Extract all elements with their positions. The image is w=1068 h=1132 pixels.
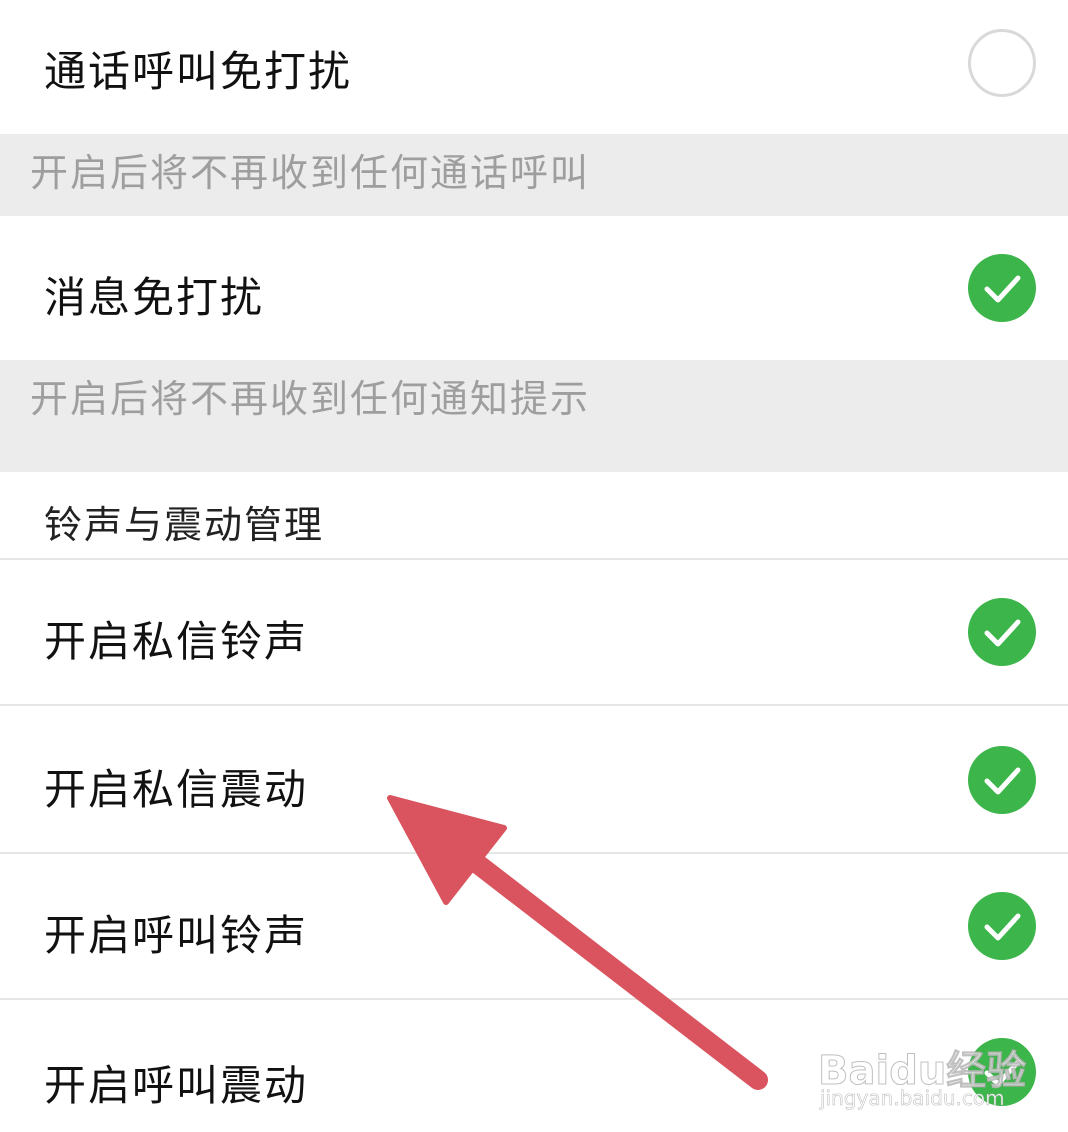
call-dnd-hint: 开启后将不再收到任何通话呼叫 xyxy=(30,151,591,195)
message-dnd-hint: 开启后将不再收到任何通知提示 xyxy=(30,377,591,421)
private-message-ringtone-label: 开启私信铃声 xyxy=(44,617,309,666)
ring-vibrate-section-header: 铃声与震动管理 xyxy=(0,472,1068,560)
checkmark-circle-icon xyxy=(984,913,1021,941)
private-message-ringtone-toggle[interactable] xyxy=(968,598,1036,666)
message-dnd-row[interactable]: 消息免打扰 xyxy=(0,216,1068,360)
call-ringtone-row[interactable]: 开启呼叫铃声 xyxy=(0,854,1068,998)
call-ringtone-label: 开启呼叫铃声 xyxy=(44,911,309,960)
private-message-vibrate-label: 开启私信震动 xyxy=(44,765,309,814)
call-vibrate-label: 开启呼叫震动 xyxy=(44,1061,309,1110)
call-dnd-hint-section: 开启后将不再收到任何通话呼叫 xyxy=(0,134,1068,216)
private-message-vibrate-row[interactable]: 开启私信震动 xyxy=(0,706,1068,852)
call-dnd-label: 通话呼叫免打扰 xyxy=(44,47,353,96)
checkmark-circle-icon xyxy=(984,275,1021,303)
message-dnd-label: 消息免打扰 xyxy=(44,273,265,322)
checkmark-circle-icon xyxy=(984,619,1021,647)
call-vibrate-row[interactable]: 开启呼叫震动 xyxy=(0,1000,1068,1132)
message-dnd-toggle[interactable] xyxy=(968,254,1036,322)
message-dnd-hint-section: 开启后将不再收到任何通知提示 xyxy=(0,360,1068,472)
call-dnd-row[interactable]: 通话呼叫免打扰 xyxy=(0,0,1068,134)
checkmark-circle-icon xyxy=(984,767,1021,795)
call-vibrate-toggle[interactable] xyxy=(968,1038,1036,1106)
call-dnd-toggle[interactable] xyxy=(968,29,1036,97)
private-message-vibrate-toggle[interactable] xyxy=(968,746,1036,814)
call-ringtone-toggle[interactable] xyxy=(968,892,1036,960)
private-message-ringtone-row[interactable]: 开启私信铃声 xyxy=(0,560,1068,704)
checkmark-circle-icon xyxy=(984,1059,1021,1087)
section-title: 铃声与震动管理 xyxy=(44,503,325,547)
